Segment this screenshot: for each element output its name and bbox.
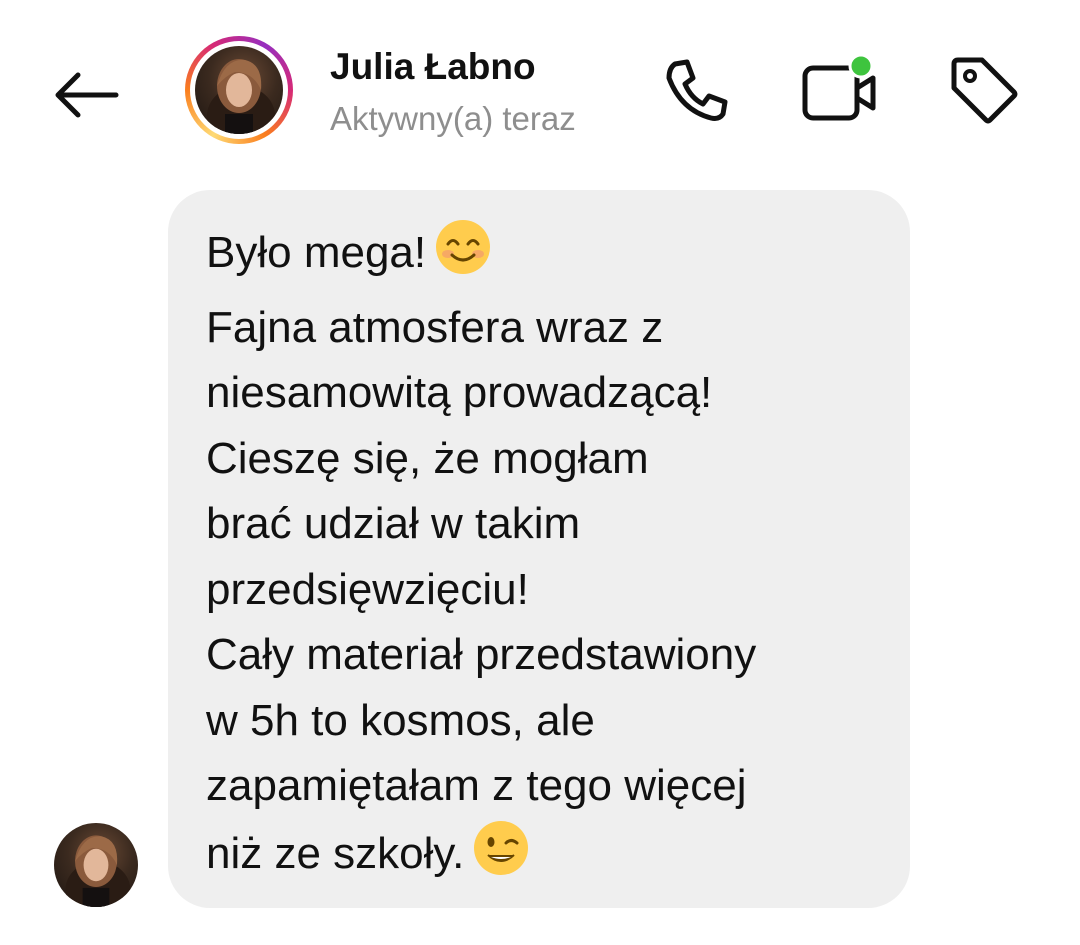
video-call-button[interactable]	[797, 48, 881, 132]
avatar-photo	[195, 46, 283, 134]
tag-button[interactable]	[942, 48, 1026, 132]
message-line: Było mega!	[206, 218, 880, 295]
voice-call-button[interactable]	[655, 48, 739, 132]
message-line: przedsięwzięciu!	[206, 564, 529, 614]
sender-avatar[interactable]	[54, 823, 138, 907]
online-indicator	[848, 53, 874, 79]
message-line: niesamowitą prowadzącą!	[206, 368, 713, 417]
activity-status: Aktywny(a) teraz	[330, 100, 576, 137]
contact-avatar[interactable]	[185, 36, 293, 144]
message-line: Cały materiał przedstawiony	[206, 630, 757, 679]
phone-icon	[666, 59, 728, 121]
smiling-face-emoji	[434, 218, 492, 295]
message-line: brać udział w takim	[206, 499, 581, 548]
back-button[interactable]	[40, 55, 130, 135]
video-call-icon	[802, 53, 876, 121]
winking-face-emoji	[472, 819, 530, 896]
tag-icon	[951, 57, 1018, 124]
message-line: Fajna atmosfera wraz z	[206, 302, 664, 352]
message-line: zapamiętałam z tego więcej	[206, 761, 747, 810]
message-line: niż ze szkoły.	[206, 819, 880, 896]
contact-name[interactable]: Julia Łabno	[330, 46, 536, 88]
message-line: Cieszę się, że mogłam	[206, 433, 649, 483]
chat-screen: Julia Łabno Aktywny(a) teraz Było mega!	[0, 0, 1080, 945]
back-arrow-icon	[55, 72, 119, 118]
message-line: w 5h to kosmos, ale	[206, 695, 595, 745]
message-bubble[interactable]: Było mega! Fajna atmosfera wraz z niesam…	[168, 190, 910, 908]
